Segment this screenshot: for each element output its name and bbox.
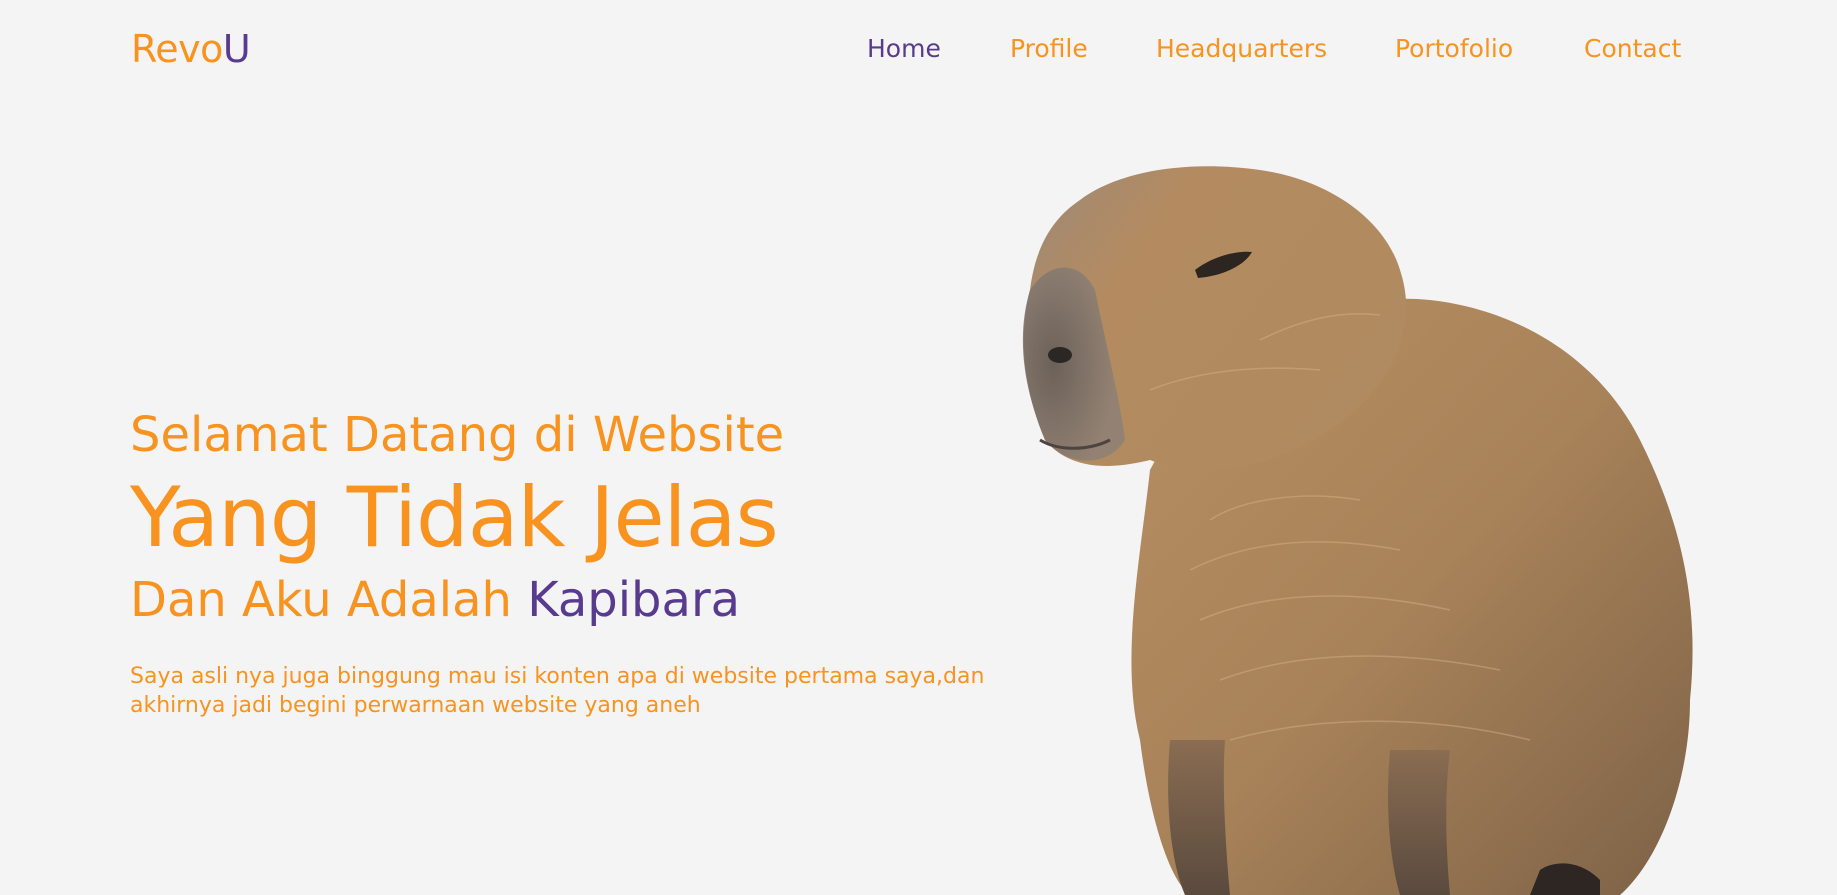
nav-portofolio-link[interactable]: Portofolio	[1395, 32, 1513, 66]
hero-subtitle-prefix: Dan Aku Adalah	[130, 572, 528, 628]
capybara-image	[1022, 166, 1693, 895]
capybara-leg-front	[1168, 740, 1230, 895]
hero-subtitle-accent: Kapibara	[527, 572, 741, 628]
hero-subtitle: Dan Aku Adalah Kapibara	[130, 568, 990, 632]
capybara-leg-back	[1388, 750, 1450, 895]
hero-description: Saya asli nya juga binggung mau isi kont…	[130, 664, 985, 718]
hero-greeting: Selamat Datang di Website	[130, 407, 785, 463]
hero-title: Yang Tidak Jelas	[130, 469, 779, 566]
landing-page: RevoU Home Profile Headquarters Portofol…	[0, 0, 1837, 895]
nav-home-link[interactable]: Home	[867, 32, 941, 66]
capybara-nostril	[1048, 347, 1072, 363]
nav-contact-link[interactable]: Contact	[1584, 32, 1681, 66]
nav-headquarters-link[interactable]: Headquarters	[1156, 32, 1327, 66]
hero-section: Selamat Datang di Website Yang Tidak Jel…	[130, 404, 990, 720]
main-nav: Home Profile Headquarters Portofolio Con…	[0, 32, 1837, 68]
nav-profile-link[interactable]: Profile	[1010, 32, 1088, 66]
